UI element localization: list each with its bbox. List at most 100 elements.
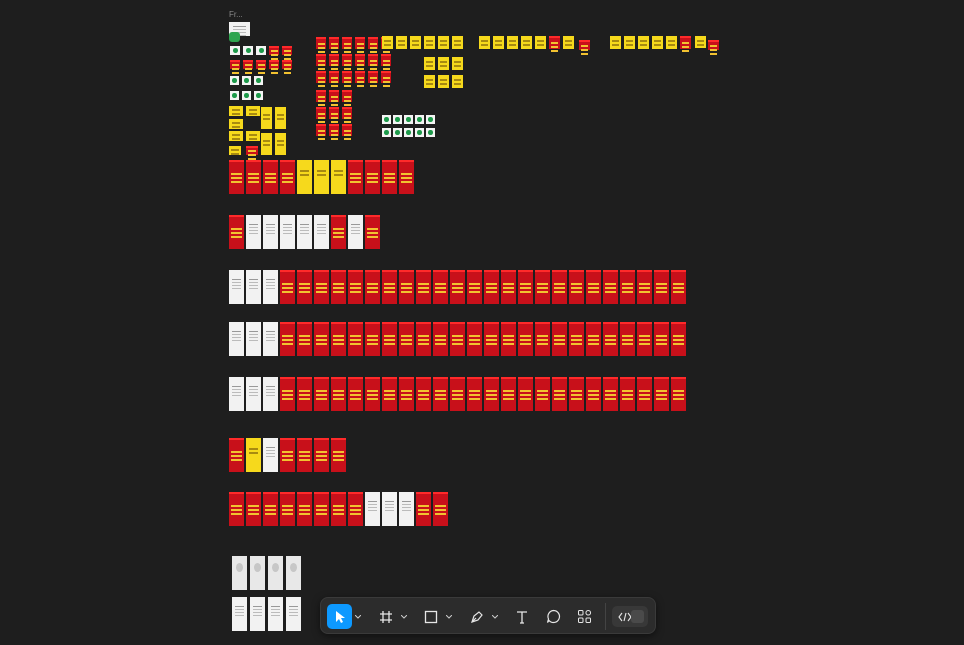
frame-thumbnail[interactable] [263,438,278,472]
frame-thumbnail[interactable] [433,492,448,526]
frame-thumbnail[interactable] [246,322,261,356]
frame-thumbnail[interactable] [569,377,584,411]
frame-thumbnail[interactable] [535,377,550,411]
frame-thumbnail[interactable] [501,270,516,304]
frame-thumbnail[interactable] [280,215,295,249]
frame-thumbnail[interactable] [246,215,261,249]
frame-thumbnail[interactable] [246,492,261,526]
frame-thumbnail[interactable] [416,270,431,304]
frame-thumbnail[interactable] [246,377,261,411]
frame-thumbnail[interactable] [282,60,292,69]
frame-thumbnail[interactable] [610,36,621,49]
frame-thumbnail[interactable] [620,377,635,411]
frame-thumbnail[interactable] [654,377,669,411]
frame-thumbnail[interactable] [268,597,283,631]
frame-thumbnail[interactable] [586,377,601,411]
frame-thumbnail[interactable] [637,322,652,356]
frame-thumbnail[interactable] [426,128,435,137]
frame-thumbnail[interactable] [246,160,261,194]
frame-thumbnail[interactable] [329,124,339,136]
frame-thumbnail[interactable] [229,270,244,304]
frame-thumbnail[interactable] [286,556,301,590]
frame-thumbnail[interactable] [399,322,414,356]
frame-thumbnail[interactable] [484,377,499,411]
frame-thumbnail[interactable] [399,160,414,194]
frame-thumbnail[interactable] [286,597,301,631]
frame-thumbnail[interactable] [637,377,652,411]
frame-thumbnail[interactable] [348,322,363,356]
frame-thumbnail[interactable] [314,438,329,472]
frame-thumbnail[interactable] [452,75,463,88]
frame-thumbnail[interactable] [484,270,499,304]
frame-thumbnail[interactable] [246,438,261,472]
frame-thumbnail[interactable] [695,36,706,48]
frame-thumbnail[interactable] [438,36,449,49]
frame-thumbnail[interactable] [269,46,279,55]
frame-thumbnail[interactable] [254,76,263,85]
frame-thumbnail[interactable] [316,71,326,83]
frame-thumbnail[interactable] [331,492,346,526]
frame-thumbnail[interactable] [365,377,380,411]
frame-thumbnail[interactable] [331,322,346,356]
frame-thumbnail[interactable] [329,37,339,49]
frame-thumbnail[interactable] [501,377,516,411]
frame-thumbnail[interactable] [232,597,247,631]
frame-thumbnail[interactable] [342,54,352,66]
frame-thumbnail[interactable] [467,377,482,411]
frame-thumbnail[interactable] [261,133,272,155]
frame-thumbnail[interactable] [230,91,239,100]
frame-thumbnail[interactable] [229,377,244,411]
frame-thumbnail[interactable] [269,60,279,69]
frame-thumbnail[interactable] [518,270,533,304]
frame-thumbnail[interactable] [415,115,424,124]
frame-tool-menu-caret[interactable] [400,604,408,629]
frame-thumbnail[interactable] [438,57,449,70]
frame-thumbnail[interactable] [382,36,393,49]
frame-thumbnail[interactable] [399,492,414,526]
pen-tool-menu-caret[interactable] [491,604,499,629]
frame-thumbnail[interactable] [261,107,272,129]
frame-thumbnail[interactable] [637,270,652,304]
frame-thumbnail[interactable] [297,438,312,472]
frame-thumbnail[interactable] [280,160,295,194]
frame-thumbnail[interactable] [229,492,244,526]
frame-thumbnail[interactable] [314,270,329,304]
frame-thumbnail[interactable] [415,128,424,137]
frame-thumbnail[interactable] [708,40,719,50]
frame-thumbnail[interactable] [467,322,482,356]
frame-thumbnail[interactable] [355,71,365,83]
frame-thumbnail[interactable] [229,119,243,129]
frame-thumbnail[interactable] [229,322,244,356]
dev-mode-toggle[interactable] [612,606,648,627]
frame-thumbnail[interactable] [342,124,352,136]
frame-thumbnail[interactable] [329,54,339,66]
frame-thumbnail[interactable] [424,36,435,49]
frame-thumbnail[interactable] [263,160,278,194]
frame-thumbnail[interactable] [416,377,431,411]
frame-thumbnail[interactable] [229,438,244,472]
frame-thumbnail[interactable] [416,322,431,356]
frame-thumbnail[interactable] [493,36,504,49]
frame-thumbnail[interactable] [518,322,533,356]
frame-thumbnail[interactable] [365,322,380,356]
frame-thumbnail[interactable] [666,36,677,49]
frame-thumbnail[interactable] [382,322,397,356]
frame-thumbnail[interactable] [254,91,263,100]
frame-thumbnail[interactable] [329,107,339,119]
frame-thumbnail[interactable] [579,40,590,50]
frame-thumbnail[interactable] [256,60,266,69]
frame-thumbnail[interactable] [331,160,346,194]
frame-thumbnail[interactable] [331,215,346,249]
frame-thumbnail[interactable] [382,160,397,194]
frame-thumbnail[interactable] [297,492,312,526]
pen-tool-button[interactable] [464,604,489,629]
frame-thumbnail[interactable] [518,377,533,411]
frame-thumbnail[interactable] [329,71,339,83]
frame-thumbnail[interactable] [243,46,253,55]
frame-thumbnail[interactable] [348,215,363,249]
frame-thumbnail[interactable] [348,160,363,194]
frame-thumbnail[interactable] [297,215,312,249]
frame-thumbnail[interactable] [450,377,465,411]
frame-thumbnail[interactable] [671,322,686,356]
actions-tool-button[interactable] [572,604,597,629]
